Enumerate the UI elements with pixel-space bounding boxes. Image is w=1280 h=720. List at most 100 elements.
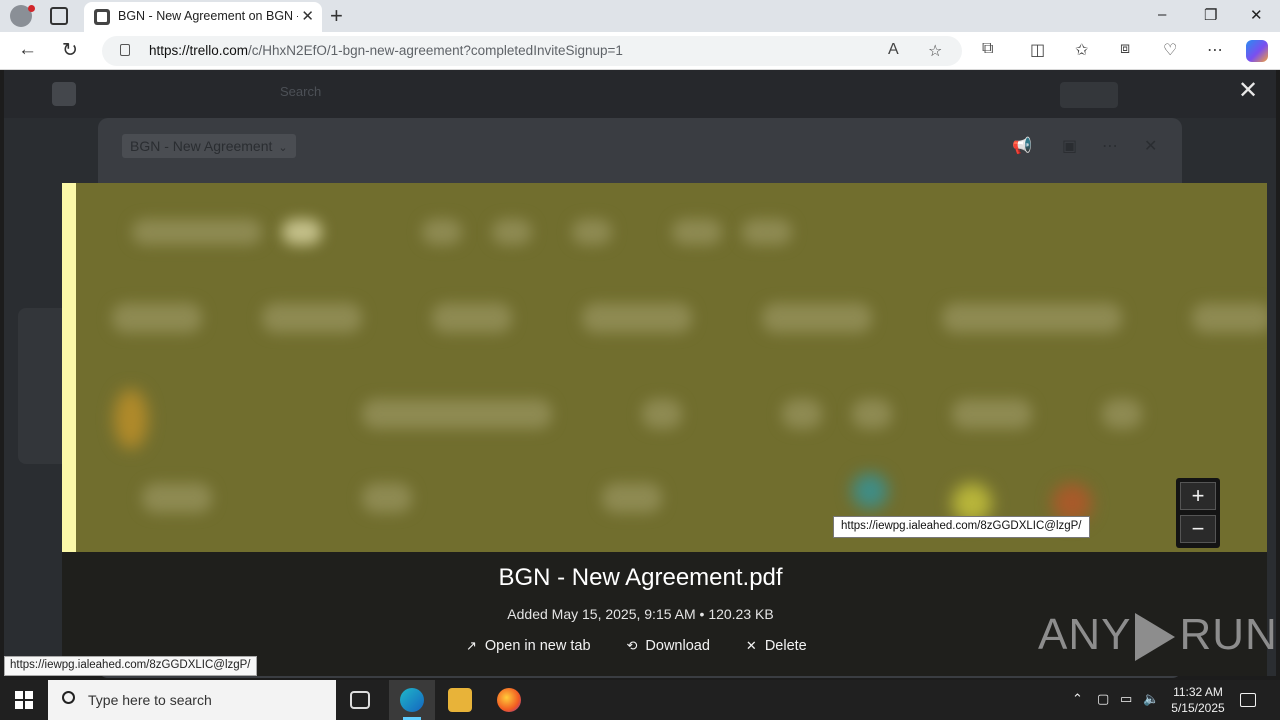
preview-left-edge [62,183,76,552]
tab-close-icon[interactable]: ✕ [301,7,314,25]
browser-tab-active[interactable]: BGN - New Agreement on BGN - Trello ✕ [84,2,322,32]
settings-more-icon[interactable]: ⋯ [1207,40,1223,60]
taskbar-clock[interactable]: 11:32 AM 5/15/2025 [1166,684,1230,716]
firefox-icon[interactable] [497,688,521,712]
browser-toolbar: ← ↻ https://trello.com/c/HhxN2EfO/1-bgn-… [0,32,1280,70]
zoom-in-button[interactable]: + [1180,482,1216,510]
board-selector: BGN - New Agreement ⌄ [122,134,296,158]
windows-taskbar: Type here to search ⌃ ▢ ▭ 🔈 11:32 AM 5/1… [0,680,1280,720]
url-path: /c/HhxN2EfO/1-bgn-new-agreement?complete… [248,43,623,58]
blurred-content [112,303,202,333]
taskbar-search-box[interactable]: Type here to search [48,680,336,720]
more-options-icon: ⋯ [1102,138,1118,155]
refresh-icon[interactable]: ↻ [62,39,78,62]
blurred-content [142,483,212,513]
window-restore-button[interactable]: ❐ [1204,6,1217,24]
tab-title: BGN - New Agreement on BGN - Trello [118,9,298,23]
profile-notification-dot [28,5,35,12]
tray-chevron-up-icon[interactable]: ⌃ [1072,691,1083,707]
blurred-content [762,303,872,333]
blurred-content [362,399,552,429]
back-arrow-icon[interactable]: ← [18,39,37,61]
windows-start-icon[interactable] [15,691,33,709]
blurred-content [114,389,148,449]
extensions-icon[interactable]: ⧉ [982,40,993,58]
trello-logo-icon [52,82,76,106]
favorite-star-icon[interactable]: ☆ [928,41,942,61]
open-in-new-tab-label: Open in new tab [484,638,591,654]
attachment-actions: ↗ Open in new tab ⟲ Download ✕ Delete [466,638,807,654]
taskbar-search-placeholder: Type here to search [88,692,212,708]
attachment-preview-image[interactable] [62,183,1267,552]
browser-tab-strip: BGN - New Agreement on BGN - Trello ✕ + … [0,0,1280,32]
delete-label: Delete [764,638,807,654]
read-aloud-icon[interactable]: A [888,41,899,59]
delete-button[interactable]: ✕ Delete [746,638,807,654]
watermark-left: ANY [1038,610,1132,659]
status-bar-url: https://iewpg.ialeahed.com/8zGGDXLIC@lzg… [4,656,257,676]
task-view-icon[interactable] [350,691,370,709]
image-icon: ▣ [1062,138,1078,155]
search-icon [62,691,75,704]
blurred-content [572,219,612,245]
volume-icon[interactable]: 🔈 [1143,691,1159,707]
file-explorer-icon[interactable] [448,688,472,712]
new-tab-button[interactable]: + [330,3,343,29]
network-icon[interactable]: ▭ [1120,691,1132,707]
play-triangle-icon [1135,613,1176,662]
download-button[interactable]: ⟲ Download [627,638,710,654]
notifications-icon[interactable] [1240,693,1256,707]
blurred-content [852,399,892,429]
clock-date: 5/15/2025 [1171,701,1225,715]
download-label: Download [645,638,710,654]
external-link-icon: ↗ [466,638,477,653]
tray-device-icon[interactable]: ▢ [1097,691,1109,707]
collections-icon[interactable]: ⧈ [1120,40,1130,58]
blurred-content [1102,399,1142,429]
url-host: https://trello.com [149,43,249,58]
blurred-content [952,399,1032,429]
split-screen-icon[interactable]: ◫ [1030,40,1045,60]
address-bar[interactable]: https://trello.com/c/HhxN2EfO/1-bgn-new-… [102,36,962,66]
tab-actions-icon[interactable] [50,7,68,25]
favorites-icon[interactable]: ✩ [1075,40,1088,60]
megaphone-icon: 📢 [1012,138,1032,155]
window-minimize-button[interactable]: – [1158,6,1166,23]
blurred-content [672,219,722,245]
blurred-content [282,219,322,245]
open-in-new-tab-button[interactable]: ↗ Open in new tab [466,638,591,654]
url-text[interactable]: https://trello.com/c/HhxN2EfO/1-bgn-new-… [149,43,623,58]
trello-search: Search [280,84,322,99]
chevron-down-icon: ⌄ [278,142,288,154]
zoom-controls: + − [1176,478,1220,548]
modal-close-icon: ✕ [1144,138,1158,155]
zoom-out-button[interactable]: − [1180,515,1216,543]
blurred-content [582,303,692,333]
blurred-content [852,473,888,509]
anyrun-watermark-logo: ANY RUN [1038,610,1278,662]
blurred-content [262,303,362,333]
attachment-file-name: BGN - New Agreement.pdf [498,564,783,591]
link-tooltip: https://iewpg.ialeahed.com/8zGGDXLIC@lzg… [833,516,1090,538]
blurred-content [432,303,512,333]
blurred-content [642,399,682,429]
browser-essentials-icon[interactable]: ♡ [1163,40,1177,60]
blurred-content [1192,303,1267,333]
watermark-right: RUN [1179,610,1278,659]
download-icon: ⟲ [626,638,638,653]
lock-icon[interactable] [120,44,130,56]
blurred-content [782,399,822,429]
blurred-content [742,219,792,245]
blurred-content [602,483,662,513]
blurred-content [362,483,412,513]
window-close-button[interactable]: ✕ [1250,6,1263,24]
blurred-content [422,219,462,245]
trello-favicon-icon [94,9,110,25]
clock-time: 11:32 AM [1173,685,1223,699]
viewer-close-icon[interactable]: ✕ [1238,76,1258,105]
edge-icon[interactable] [400,688,424,712]
trello-header: Search [4,70,1276,118]
copilot-icon[interactable] [1246,40,1268,62]
delete-icon: ✕ [745,638,757,653]
create-button [1060,82,1118,108]
